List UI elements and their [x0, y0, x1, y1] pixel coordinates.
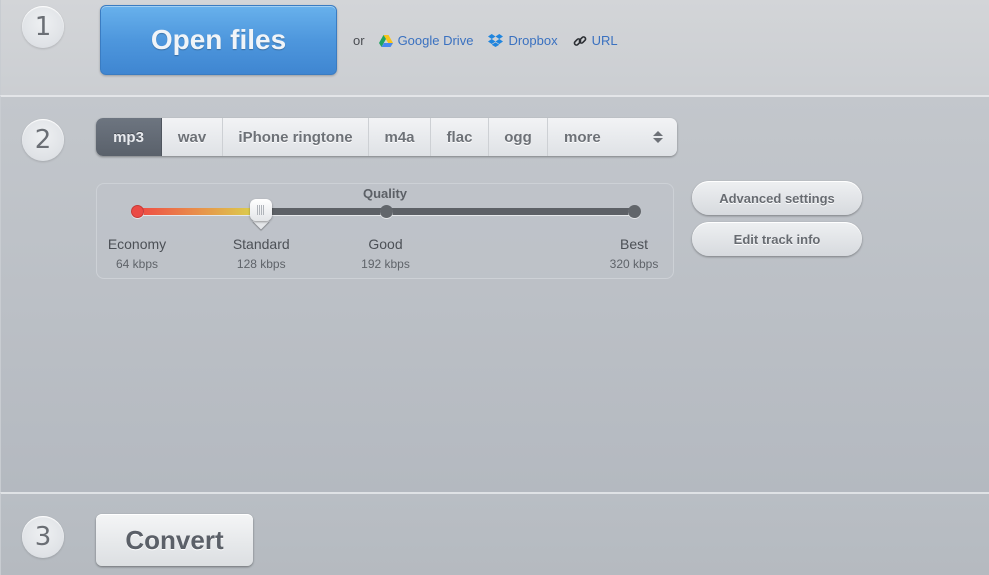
tab-mp3[interactable]: mp3 [96, 118, 162, 156]
grip-icon [257, 205, 266, 215]
or-label: or [353, 33, 365, 48]
level-economy: Economy 64 kbps [87, 236, 187, 271]
format-tabs: mp3 wav iPhone ringtone m4a flac ogg mor… [96, 118, 677, 156]
google-drive-link[interactable]: Google Drive [378, 33, 474, 48]
step-number-2: 2 [22, 119, 64, 161]
level-bitrate: 192 kbps [361, 257, 410, 271]
url-label: URL [591, 33, 618, 48]
file-sources: or Google Drive Dropbox URL [353, 33, 633, 48]
step-number-1: 1 [22, 6, 64, 48]
more-formats-select[interactable]: more [548, 118, 677, 156]
convert-button[interactable]: Convert [96, 514, 253, 566]
level-bitrate: 128 kbps [236, 257, 286, 271]
dropbox-label: Dropbox [508, 33, 558, 48]
google-drive-label: Google Drive [397, 33, 474, 48]
step-settings: 2 mp3 wav iPhone ringtone m4a flac ogg m… [0, 95, 989, 492]
quality-title: Quality [362, 186, 408, 201]
level-name: Best [619, 236, 648, 252]
level-name: Standard [232, 236, 290, 252]
level-name: Economy [107, 236, 167, 252]
dropbox-icon [488, 34, 504, 47]
quality-panel: Quality Economy 64 kbps Standard 128 kbp… [96, 183, 674, 279]
tab-flac[interactable]: flac [431, 118, 489, 156]
link-icon [573, 35, 586, 46]
tab-wav[interactable]: wav [162, 118, 223, 156]
step-convert: 3 Convert [0, 492, 989, 575]
advanced-settings-button[interactable]: Advanced settings [692, 181, 862, 215]
up-down-arrows-icon [653, 131, 663, 143]
quality-stop-good[interactable] [379, 205, 393, 218]
quality-stop-economy[interactable] [131, 205, 144, 218]
edit-track-info-button[interactable]: Edit track info [692, 222, 862, 256]
tab-iphone-ringtone[interactable]: iPhone ringtone [223, 118, 369, 156]
level-standard: Standard 128 kbps [211, 236, 311, 271]
level-best: Best 320 kbps [584, 236, 684, 271]
tab-m4a[interactable]: m4a [369, 118, 431, 156]
url-link[interactable]: URL [573, 33, 618, 48]
level-bitrate: 320 kbps [609, 257, 659, 271]
level-name: Good [368, 236, 403, 252]
quality-slider-fill [137, 208, 262, 215]
open-files-button[interactable]: Open files [100, 5, 337, 75]
more-label: more [564, 128, 601, 146]
google-drive-icon [378, 34, 393, 47]
step-number-3: 3 [22, 516, 64, 558]
dropbox-link[interactable]: Dropbox [488, 33, 558, 48]
step-open-files: 1 Open files or Google Drive Dropbox URL [0, 0, 989, 95]
level-bitrate: 64 kbps [115, 257, 159, 271]
tab-ogg[interactable]: ogg [489, 118, 548, 156]
level-good: Good 192 kbps [336, 236, 436, 271]
quality-stop-best[interactable] [628, 205, 641, 218]
quality-slider-handle[interactable] [250, 199, 273, 230]
